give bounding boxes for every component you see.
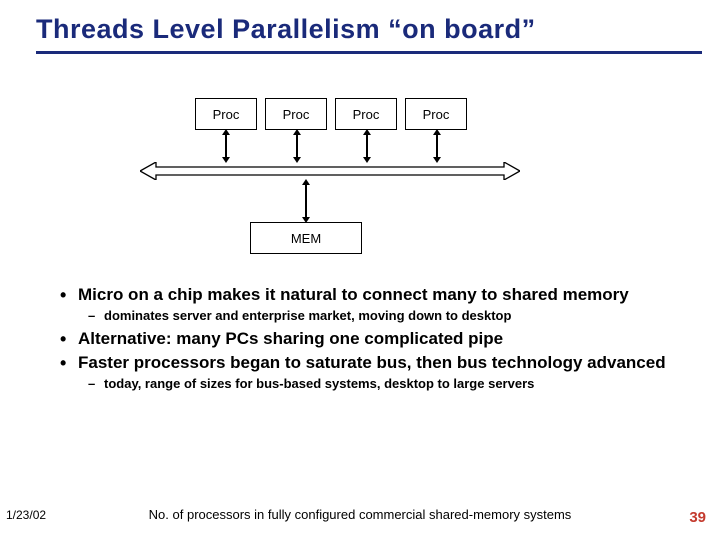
arrow-proc3-bus <box>436 134 438 158</box>
bullet-list: Micro on a chip makes it natural to conn… <box>0 284 720 392</box>
arrow-bus-mem <box>305 184 307 218</box>
bullet-1: Micro on a chip makes it natural to conn… <box>60 284 694 305</box>
bullet-3: Faster processors began to saturate bus,… <box>60 352 694 373</box>
slide-title: Threads Level Parallelism “on board” <box>0 0 720 51</box>
bullet-1-sub-1: dominates server and enterprise market, … <box>60 308 694 324</box>
processor-row: Proc Proc Proc Proc <box>0 98 720 130</box>
bullet-2: Alternative: many PCs sharing one compli… <box>60 328 694 349</box>
arrow-proc2-bus <box>366 134 368 158</box>
arrow-proc0-bus <box>225 134 227 158</box>
proc-box-0: Proc <box>195 98 257 130</box>
page-number: 39 <box>689 509 706 526</box>
proc-box-2: Proc <box>335 98 397 130</box>
bullet-3-sub-1: today, range of sizes for bus-based syst… <box>60 376 694 392</box>
proc-box-3: Proc <box>405 98 467 130</box>
proc-box-1: Proc <box>265 98 327 130</box>
footer-caption: No. of processors in fully configured co… <box>0 507 720 522</box>
memory-box: MEM <box>250 222 362 254</box>
architecture-diagram: Proc Proc Proc Proc MEM <box>0 54 720 284</box>
arrow-proc1-bus <box>296 134 298 158</box>
shared-bus <box>140 162 520 180</box>
